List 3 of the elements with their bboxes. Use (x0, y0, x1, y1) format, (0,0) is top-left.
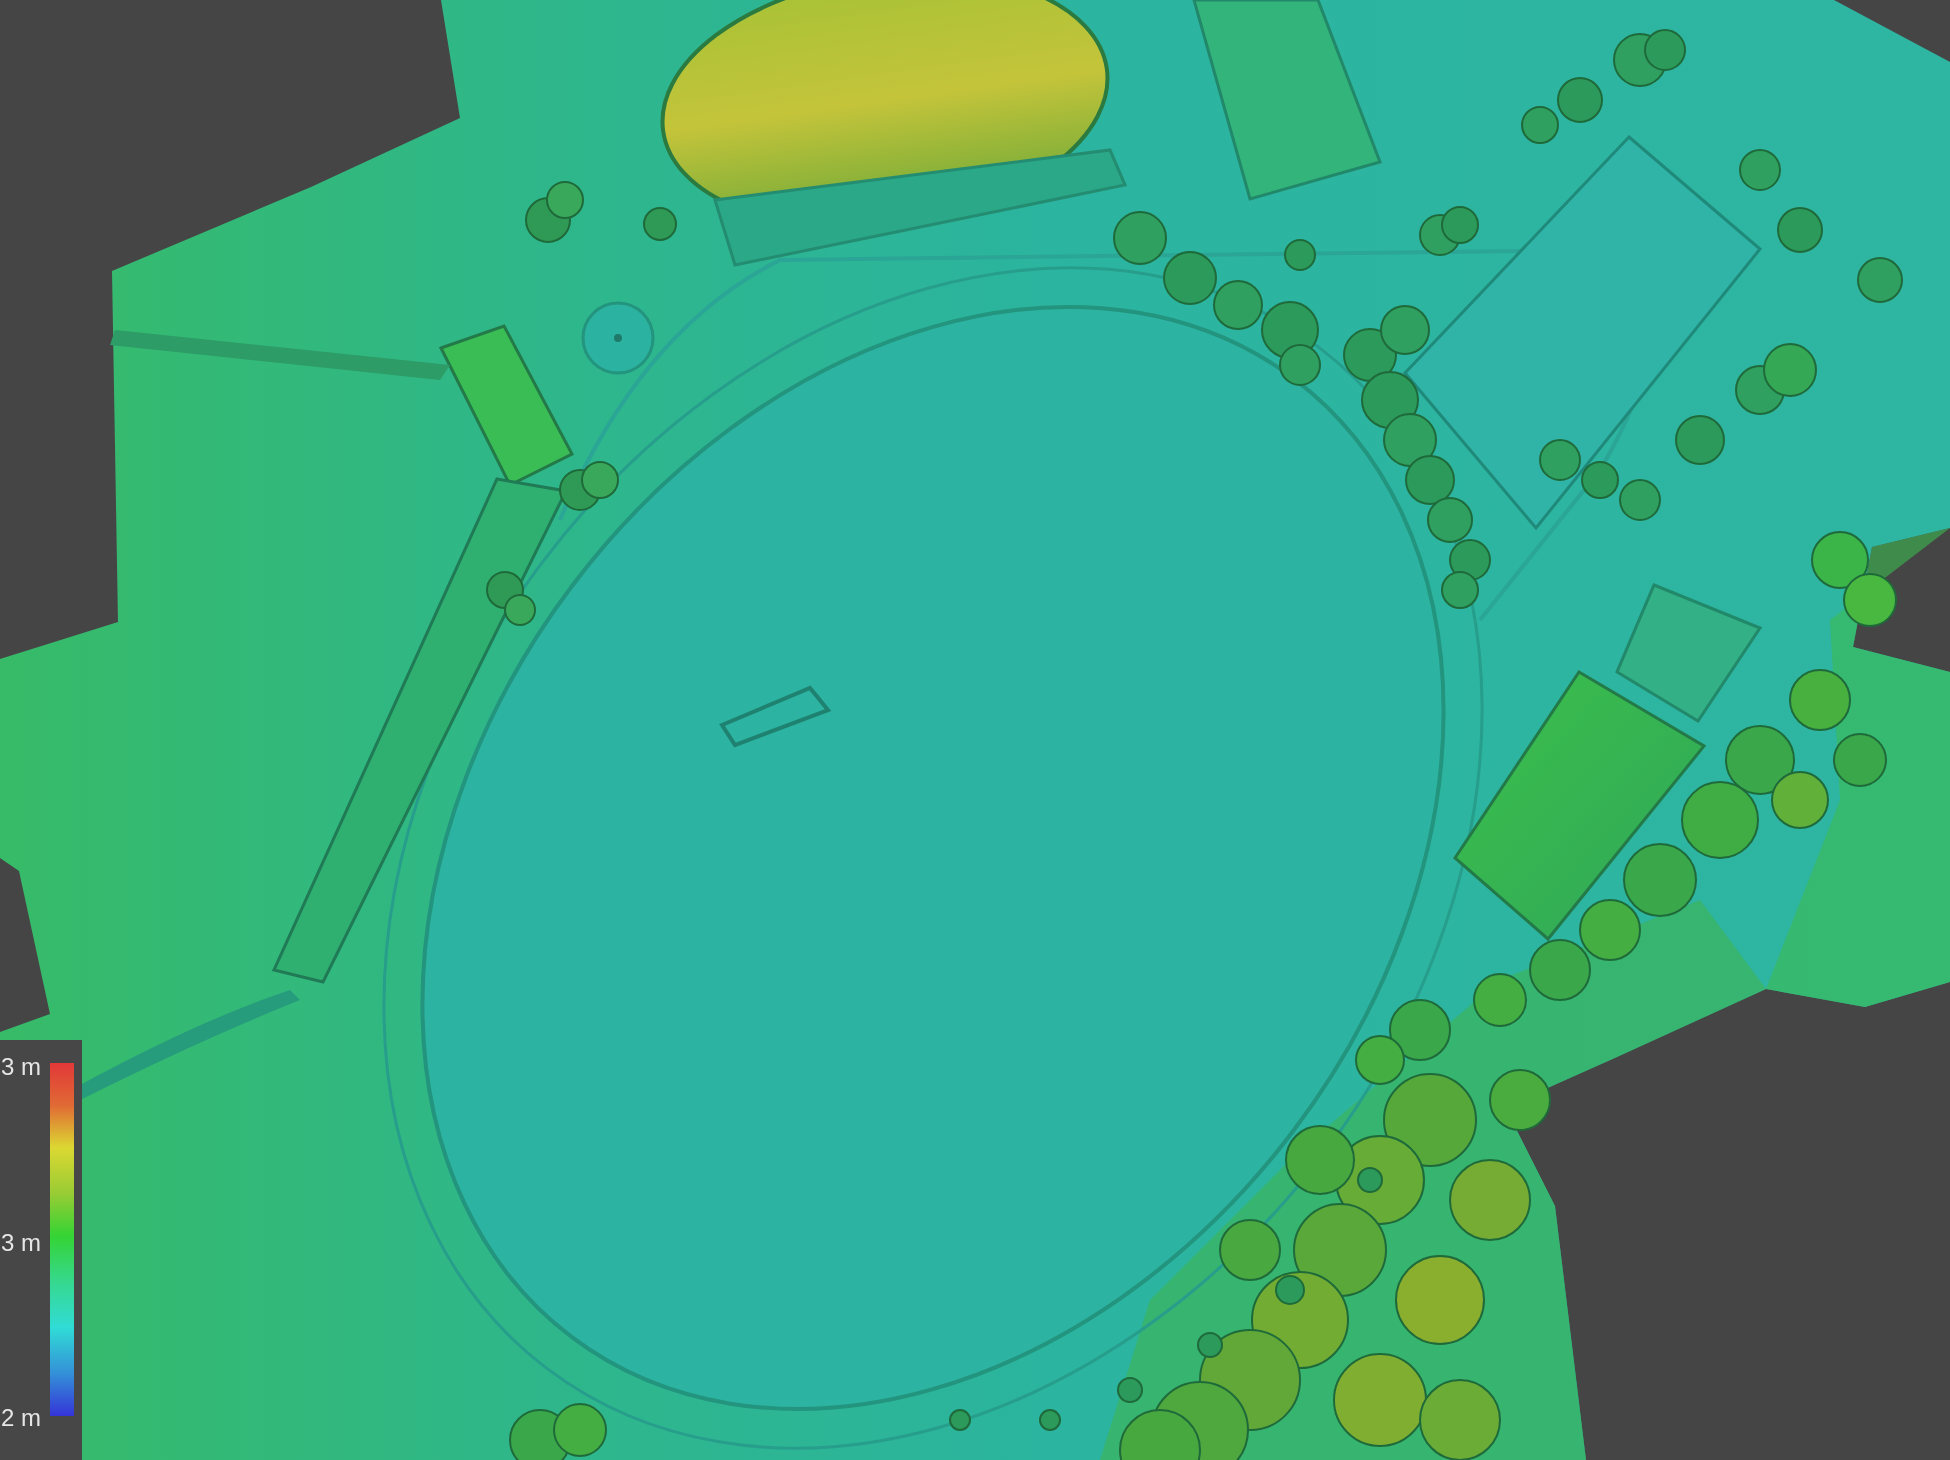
legend-label: 3 m (0, 1053, 41, 1081)
legend-label: 2 m (0, 1404, 41, 1432)
legend-label: 3 m (0, 1228, 41, 1257)
